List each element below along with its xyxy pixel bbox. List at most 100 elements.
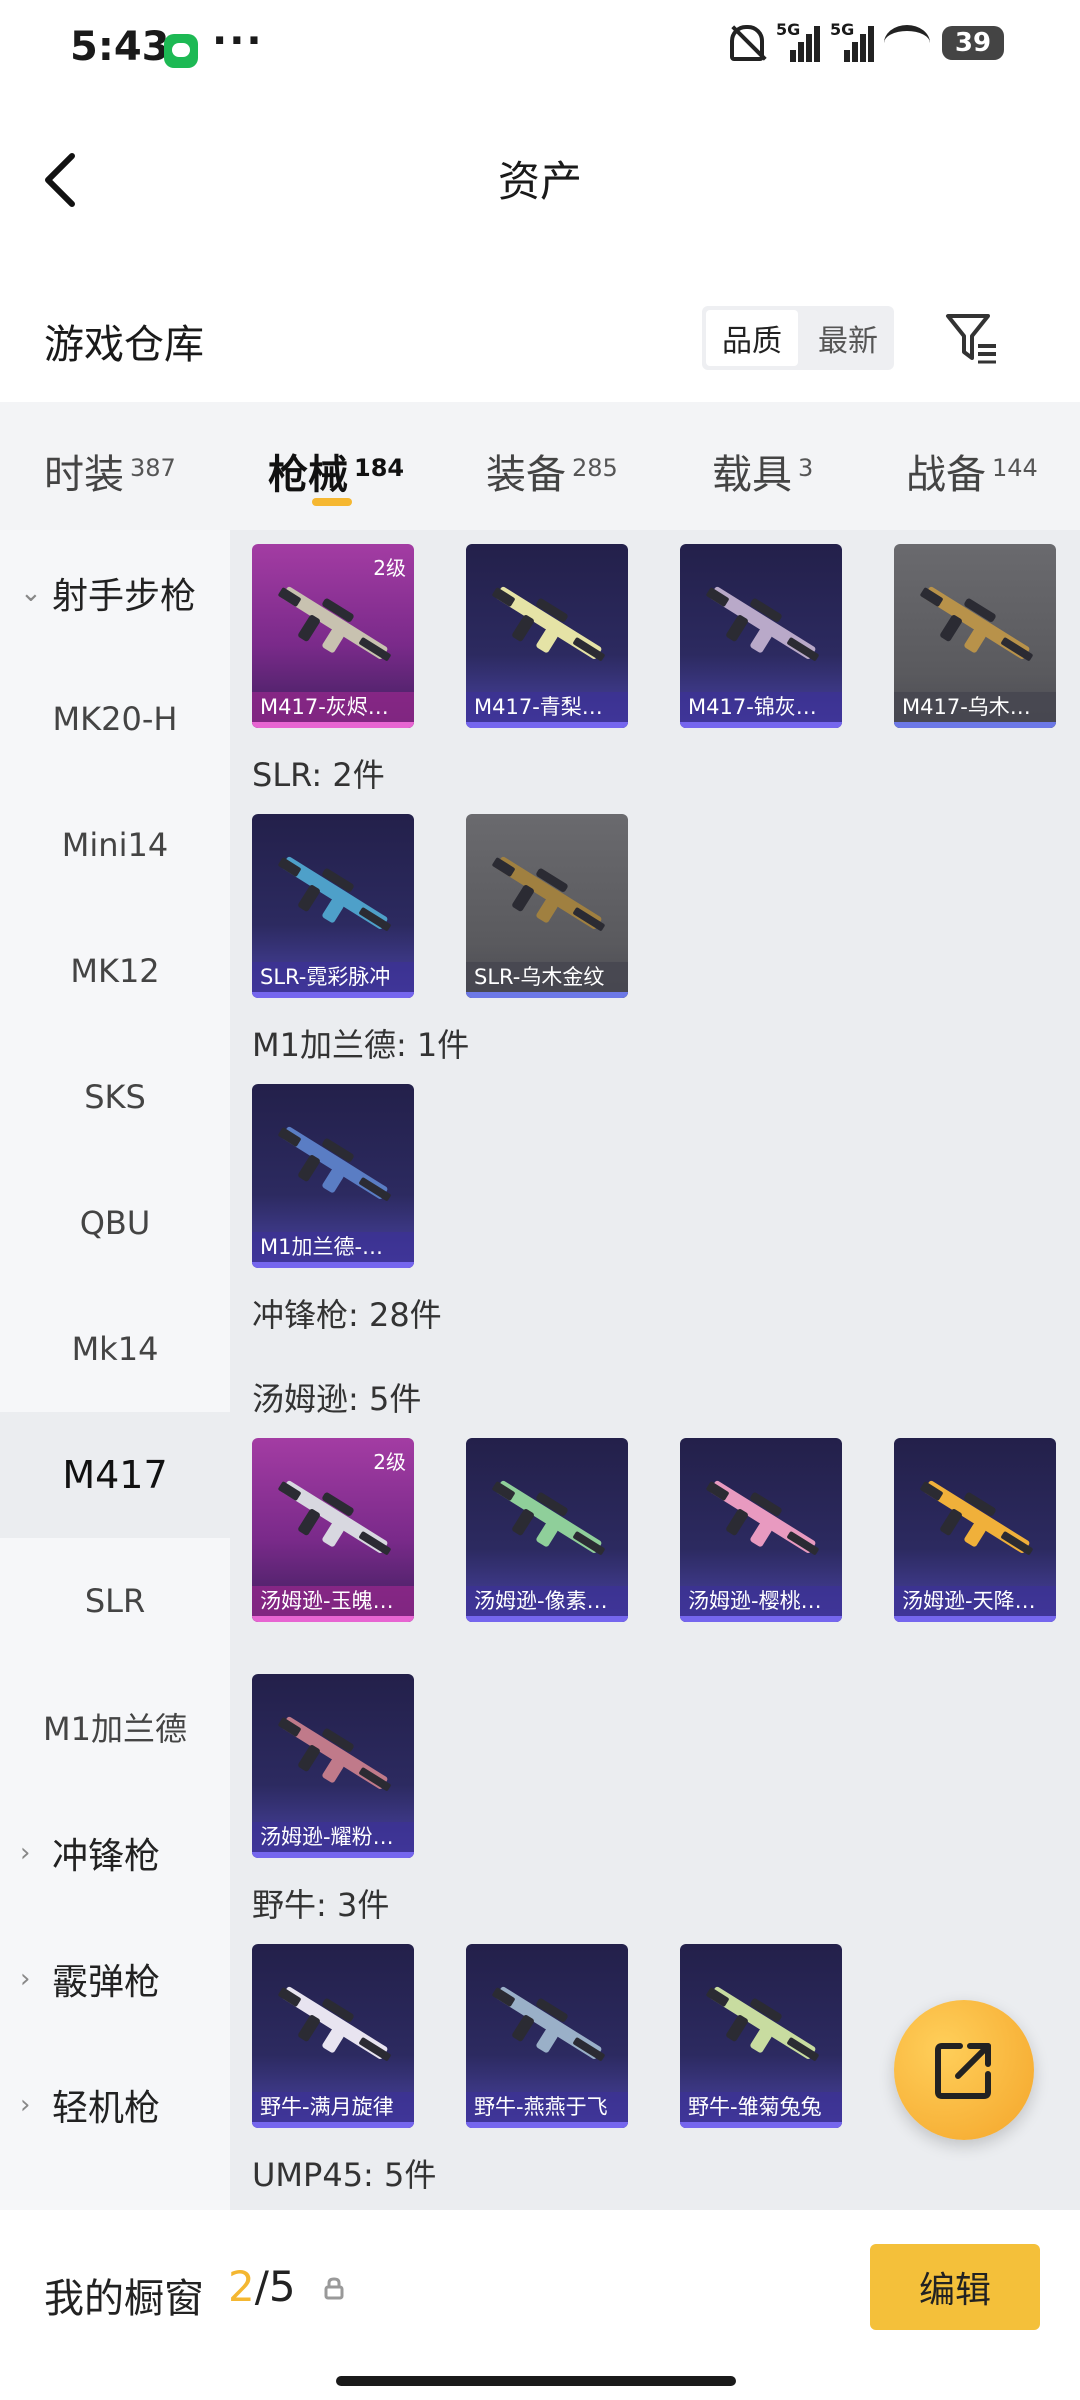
weapon-image	[492, 856, 605, 931]
item-name: 汤姆逊-樱桃…	[688, 1589, 822, 1613]
status-icons: 5G 5G 39	[730, 20, 1004, 62]
item-card[interactable]: 汤姆逊-像素…	[466, 1438, 628, 1622]
sidebar-item-mk14[interactable]: Mk14	[0, 1286, 230, 1412]
chevron-right-icon: ›	[20, 2090, 31, 2120]
weapon-type-sidebar: ⌄ 射手步枪 MK20-H Mini14 MK12 SKS QBU Mk14 M…	[0, 530, 230, 2210]
chevron-right-icon: ›	[20, 1964, 31, 1994]
item-card[interactable]: 汤姆逊-樱桃…	[680, 1438, 842, 1622]
section-label-slr: SLR: 2件	[252, 756, 385, 794]
sidebar-item-mini14[interactable]: Mini14	[0, 782, 230, 908]
weapon-image	[278, 1126, 391, 1201]
warehouse-title: 游戏仓库	[44, 322, 204, 368]
item-name: 野牛-雏菊兔兔	[688, 2095, 822, 2119]
item-name: 汤姆逊-天降…	[902, 1589, 1036, 1613]
level-badge: 2级	[373, 556, 406, 580]
sidebar-item-shotgun[interactable]: › 霰弹枪	[0, 1916, 230, 2042]
level-badge: 2级	[373, 1450, 406, 1474]
item-name: M1加兰德-…	[260, 1235, 384, 1259]
mute-bell-icon	[730, 25, 764, 61]
sidebar-item-m1-garand[interactable]: M1加兰德	[0, 1664, 230, 1790]
item-card[interactable]: 野牛-满月旋律	[252, 1944, 414, 2128]
sidebar-item-smg[interactable]: › 冲锋枪	[0, 1790, 230, 1916]
sidebar-item-lmg[interactable]: › 轻机枪	[0, 2042, 230, 2168]
weapon-list: 2级 M417-灰烬… M417-青梨… M417-锦灰… M417-乌木… SL…	[230, 530, 1080, 2210]
share-icon	[935, 2043, 991, 2099]
tab-vehicles[interactable]: 载具 3	[712, 442, 813, 500]
item-name: M417-锦灰…	[688, 695, 817, 719]
weapon-image	[278, 1480, 391, 1555]
item-card[interactable]: 2级汤姆逊-玉魄…	[252, 1438, 414, 1622]
tab-supplies[interactable]: 战备 144	[906, 442, 1038, 500]
section-label-ump45: UMP45: 5件	[252, 2156, 437, 2194]
weapon-image	[706, 1986, 819, 2061]
filter-icon[interactable]	[944, 312, 1000, 364]
section-label-bizon: 野牛: 3件	[252, 1886, 390, 1924]
item-card[interactable]: 野牛-燕燕于飞	[466, 1944, 628, 2128]
item-name: 汤姆逊-像素…	[474, 1589, 608, 1613]
showcase-label: 我的橱窗	[44, 2276, 204, 2322]
sidebar-item-mk20h[interactable]: MK20-H	[0, 656, 230, 782]
item-card[interactable]: M417-乌木…	[894, 544, 1056, 728]
item-card[interactable]: M417-锦灰…	[680, 544, 842, 728]
item-name: SLR-乌木金纹	[474, 965, 605, 989]
section-label-m1: M1加兰德: 1件	[252, 1026, 470, 1064]
showcase-bar: 我的橱窗 2/5 编辑	[0, 2210, 1080, 2400]
item-card[interactable]: SLR-乌木金纹	[466, 814, 628, 998]
weapon-image	[278, 586, 391, 661]
wifi-icon	[884, 25, 930, 61]
weapon-image	[706, 586, 819, 661]
sidebar-item-m417[interactable]: M417	[0, 1412, 230, 1538]
home-indicator	[336, 2376, 736, 2386]
tab-equipment[interactable]: 装备 285	[486, 442, 618, 500]
showcase-count: 2/5	[228, 2262, 296, 2311]
item-card[interactable]: SLR-霓彩脉冲	[252, 814, 414, 998]
signal-icon: 5G	[776, 20, 820, 62]
sidebar-item-qbu[interactable]: QBU	[0, 1160, 230, 1286]
weapon-image	[492, 1986, 605, 2061]
section-label-smg: 冲锋枪: 28件	[252, 1296, 442, 1334]
sidebar-item-mk12[interactable]: MK12	[0, 908, 230, 1034]
item-name: 汤姆逊-耀粉…	[260, 1825, 394, 1849]
chevron-right-icon: ›	[20, 1838, 31, 1868]
item-card[interactable]: M1加兰德-…	[252, 1084, 414, 1268]
item-name: M417-乌木…	[902, 695, 1031, 719]
sort-toggle: 品质 最新	[702, 306, 894, 370]
item-name: 野牛-燕燕于飞	[474, 2095, 608, 2119]
item-card[interactable]: 汤姆逊-天降…	[894, 1438, 1056, 1622]
tab-fashion[interactable]: 时装 387	[44, 442, 176, 500]
active-tab-indicator	[312, 498, 352, 506]
message-app-icon	[164, 34, 198, 68]
tab-firearms[interactable]: 枪械 184	[268, 442, 404, 500]
sidebar-item-sks[interactable]: SKS	[0, 1034, 230, 1160]
edit-button[interactable]: 编辑	[870, 2244, 1040, 2330]
weapon-image	[492, 1480, 605, 1555]
item-card[interactable]: 汤姆逊-耀粉…	[252, 1674, 414, 1858]
status-time: 5:43	[70, 24, 170, 70]
item-card[interactable]: M417-青梨…	[466, 544, 628, 728]
battery-icon: 39	[942, 26, 1004, 60]
sidebar-item-slr[interactable]: SLR	[0, 1538, 230, 1664]
item-card[interactable]: 2级 M417-灰烬…	[252, 544, 414, 728]
item-name: 汤姆逊-玉魄…	[260, 1589, 394, 1613]
item-name: M417-灰烬…	[260, 695, 389, 719]
status-bar: 5:43 ··· 5G 5G 39	[0, 0, 1080, 100]
signal-icon: 5G	[830, 20, 874, 62]
share-fab-button[interactable]	[894, 2000, 1034, 2140]
weapon-image	[278, 1986, 391, 2061]
sidebar-item-marksman[interactable]: ⌄ 射手步枪	[0, 530, 230, 656]
item-card[interactable]: 野牛-雏菊兔兔	[680, 1944, 842, 2128]
page-title: 资产	[497, 157, 582, 206]
sort-quality-button[interactable]: 品质	[706, 310, 798, 366]
weapon-image	[278, 856, 391, 931]
weapon-image	[920, 1480, 1033, 1555]
category-tabs: 时装 387 枪械 184 装备 285 载具 3 战备 144	[0, 402, 1080, 530]
sort-newest-button[interactable]: 最新	[802, 306, 894, 370]
status-more-dots: ···	[212, 18, 264, 64]
weapon-image	[706, 1480, 819, 1555]
item-name: 野牛-满月旋律	[260, 2095, 394, 2119]
weapon-image	[920, 586, 1033, 661]
section-label-thompson: 汤姆逊: 5件	[252, 1380, 422, 1418]
item-name: SLR-霓彩脉冲	[260, 965, 391, 989]
weapon-image	[492, 586, 605, 661]
weapon-image	[278, 1716, 391, 1791]
